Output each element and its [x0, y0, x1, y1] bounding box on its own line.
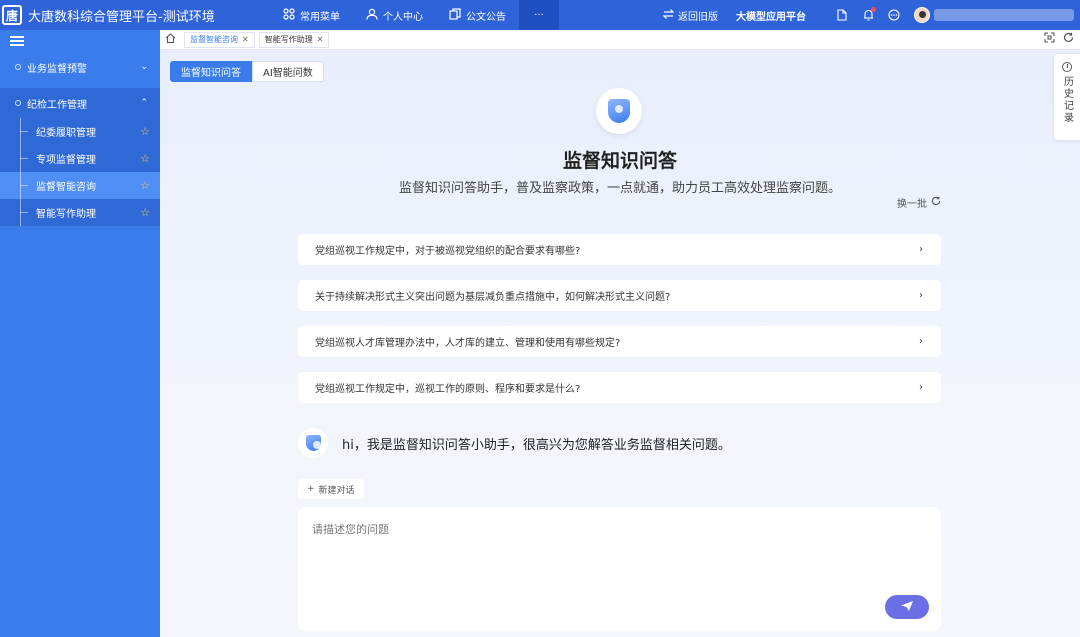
nav-more-button[interactable]: ···	[519, 0, 559, 30]
list-item[interactable]: 党组巡视工作规定中，对于被巡视党组织的配合要求有哪些? ›	[298, 234, 941, 265]
sidebar-item-label: 监督智能咨询	[36, 182, 96, 193]
tab-knowledge-qa[interactable]: 监督知识问答	[170, 61, 252, 82]
model-platform-button[interactable]: 大模型应用平台	[736, 8, 806, 23]
top-nav: 常用菜单 个人中心 公文公告 ···	[270, 0, 559, 30]
grid-icon	[283, 7, 295, 23]
return-old-version-button[interactable]: 返回旧版	[662, 8, 718, 23]
sidebar-item-commission-duty[interactable]: 纪委履职管理 ☆	[0, 118, 160, 145]
page-subtitle: 监督知识问答助手，普及监察政策，一点就通，助力员工高效处理监察问题。	[398, 181, 841, 196]
question-text: 党组巡视工作规定中，对于被巡视党组织的配合要求有哪些?	[315, 246, 581, 257]
notification-bell-icon[interactable]	[862, 7, 876, 21]
nav-announcements[interactable]: 公文公告	[436, 0, 519, 30]
list-item[interactable]: 党组巡视工作规定中，巡视工作的原则、程序和要求是什么? ›	[298, 372, 941, 403]
user-icon	[366, 8, 378, 23]
chevron-right-icon: ›	[919, 336, 923, 347]
send-button[interactable]	[885, 595, 929, 619]
tab-label: 智能写作助理	[264, 35, 313, 44]
fullscreen-icon[interactable]	[1044, 32, 1055, 46]
question-text: 党组巡视工作规定中，巡视工作的原则、程序和要求是什么?	[315, 384, 581, 395]
user-name-redacted[interactable]	[934, 9, 1074, 21]
main-content: 监督知识问答 AI智能问数 历史记录 监督知识问答 监督知识问答助手，普及监察政…	[160, 51, 1080, 637]
list-item[interactable]: 关于持续解决形式主义突出问题为基层减负重点措施中，如何解决形式主义问题? ›	[298, 280, 941, 311]
notification-badge	[871, 7, 876, 12]
sidebar-item-label: 专项监督管理	[36, 155, 96, 166]
swap-icon	[662, 8, 675, 22]
circle-bullet-icon	[15, 100, 21, 106]
reload-icon[interactable]	[1063, 32, 1074, 46]
circle-bullet-icon	[15, 64, 21, 70]
chevron-down-icon: ⌄	[140, 62, 148, 72]
refresh-label: 换一批	[897, 199, 927, 210]
nav-common-menu-label: 常用菜单	[300, 11, 340, 23]
nav-personal-center[interactable]: 个人中心	[353, 0, 436, 30]
question-input[interactable]	[312, 521, 912, 591]
question-text: 关于持续解决形式主义突出问题为基层减负重点措施中，如何解决形式主义问题?	[315, 292, 671, 303]
sidebar-group-discipline[interactable]: 纪检工作管理 ⌃	[0, 88, 160, 118]
list-item[interactable]: 党组巡视人才库管理办法中，人才库的建立、管理和使用有哪些规定? ›	[298, 326, 941, 357]
history-button[interactable]: 历史记录	[1054, 54, 1080, 140]
close-icon[interactable]: ✕	[242, 35, 249, 44]
star-icon[interactable]: ☆	[140, 152, 150, 165]
return-old-version-label: 返回旧版	[678, 11, 718, 23]
sidebar-item-label: 纪委履职管理	[36, 128, 96, 139]
nav-announcements-label: 公文公告	[466, 11, 506, 23]
chevron-right-icon: ›	[919, 290, 923, 301]
send-icon	[900, 600, 914, 615]
sidebar-item-label: 智能写作助理	[36, 209, 96, 220]
clock-icon	[1062, 62, 1072, 72]
suggested-questions: 党组巡视工作规定中，对于被巡视党组织的配合要求有哪些? › 关于持续解决形式主义…	[298, 234, 941, 418]
mode-tabs: 监督知识问答 AI智能问数	[170, 61, 324, 82]
tab-label: 监督智能咨询	[190, 35, 238, 44]
star-icon[interactable]: ☆	[140, 179, 150, 192]
user-avatar[interactable]	[914, 7, 930, 23]
copy-icon	[449, 7, 461, 23]
tab-smart-consult[interactable]: 监督智能咨询 ✕	[184, 31, 255, 48]
tab-ai-data-query[interactable]: AI智能问数	[252, 61, 324, 82]
menu-toggle-icon[interactable]	[0, 30, 160, 52]
close-icon[interactable]: ✕	[317, 35, 324, 44]
sidebar-group-label: 纪检工作管理	[27, 99, 87, 111]
question-text: 党组巡视人才库管理办法中，人才库的建立、管理和使用有哪些规定?	[315, 338, 621, 349]
page-tab-bar: 监督智能咨询 ✕ 智能写作助理 ✕	[160, 30, 1080, 50]
star-icon[interactable]: ☆	[140, 206, 150, 219]
nav-common-menu[interactable]: 常用菜单	[270, 0, 353, 30]
composer	[298, 507, 941, 631]
sidebar-item-writing-assistant[interactable]: 智能写作助理 ☆	[0, 199, 160, 226]
home-icon[interactable]	[160, 33, 180, 46]
plus-icon: +	[307, 484, 315, 494]
chevron-right-icon: ›	[919, 382, 923, 393]
app-logo: 唐	[2, 5, 22, 25]
assistant-greeting: hi，我是监督知识问答小助手，很高兴为您解答业务监督相关问题。	[298, 428, 731, 458]
assistant-avatar	[298, 428, 328, 458]
assistant-logo	[596, 88, 642, 134]
sidebar: 业务监督预警 ⌄ 纪检工作管理 ⌃ 纪委履职管理 ☆ 专项监督管理 ☆ 监督智能…	[0, 30, 160, 637]
shield-icon	[305, 435, 321, 451]
sidebar-group-label: 业务监督预警	[27, 63, 87, 75]
tab-tools	[1044, 32, 1074, 46]
star-icon[interactable]: ☆	[140, 125, 150, 138]
sidebar-item-smart-consult[interactable]: 监督智能咨询 ☆	[0, 172, 160, 199]
tab-writing-assistant[interactable]: 智能写作助理 ✕	[258, 31, 330, 48]
nav-personal-center-label: 个人中心	[383, 11, 423, 23]
sidebar-item-special-supervision[interactable]: 专项监督管理 ☆	[0, 145, 160, 172]
history-label: 历史记录	[1061, 76, 1073, 124]
refresh-questions-button[interactable]: 换一批	[897, 195, 941, 210]
chevron-right-icon: ›	[919, 244, 923, 255]
app-logo-glyph: 唐	[5, 8, 18, 23]
greeting-text: hi，我是监督知识问答小助手，很高兴为您解答业务监督相关问题。	[342, 437, 731, 453]
chevron-up-icon: ⌃	[140, 98, 148, 108]
shield-icon	[608, 99, 630, 123]
sidebar-group-business-warning[interactable]: 业务监督预警 ⌄	[0, 52, 160, 82]
more-icon: ···	[534, 9, 544, 21]
page-title: 监督知识问答	[562, 150, 677, 172]
new-chat-label: 新建对话	[318, 485, 355, 496]
top-right-tools: 返回旧版 大模型应用平台	[662, 0, 1080, 30]
refresh-icon	[931, 196, 941, 209]
new-chat-button[interactable]: + 新建对话	[298, 479, 364, 499]
top-bar: 唐 大唐数科综合管理平台-测试环境 常用菜单 个人中心 公文公告 ··· 返回旧…	[0, 0, 1080, 30]
app-title: 大唐数科综合管理平台-测试环境	[28, 9, 215, 25]
document-icon[interactable]	[836, 9, 848, 21]
more-options-icon[interactable]	[888, 9, 900, 21]
